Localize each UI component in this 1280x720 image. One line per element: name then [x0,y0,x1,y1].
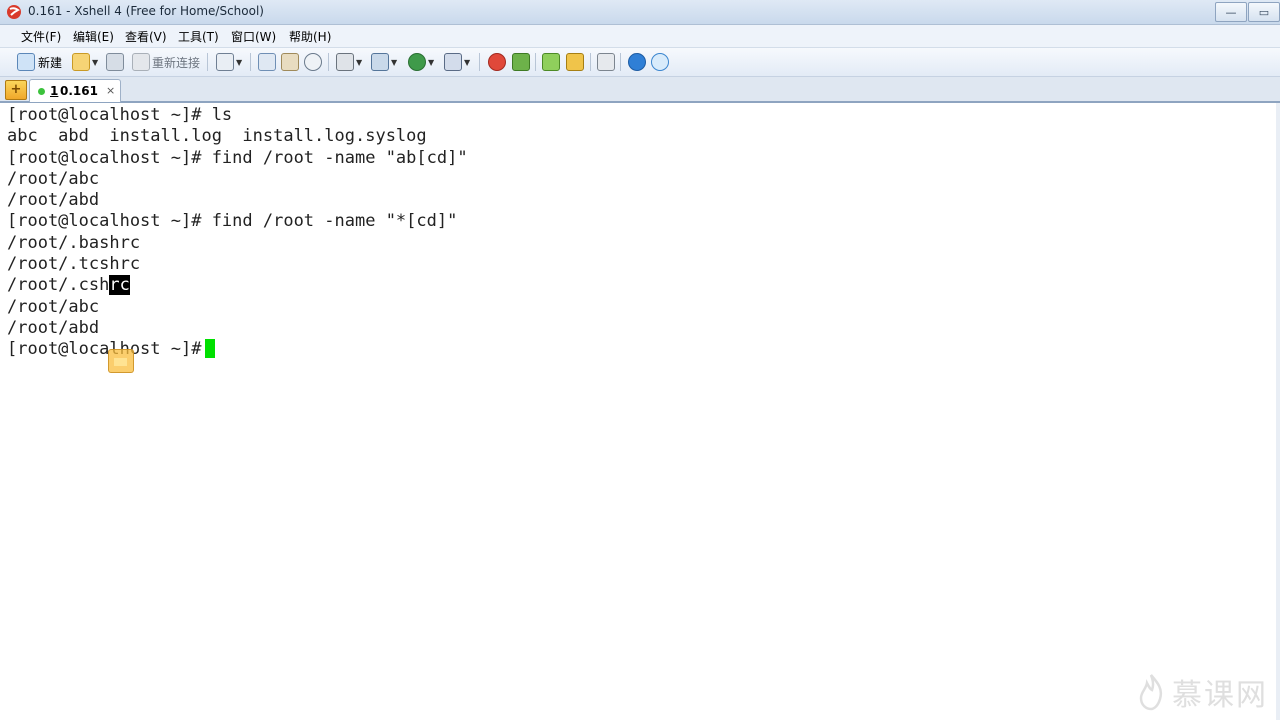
properties-icon [216,53,234,71]
new-session-icon [17,53,35,71]
tab-number: 1 [50,84,59,98]
title-bar: 0.161 - Xshell 4 (Free for Home/School) … [0,0,1280,25]
keyboard-icon [597,53,615,71]
lock-button[interactable] [566,53,584,71]
open-dropdown-icon[interactable]: ▼ [92,58,98,67]
layout-icon [542,53,560,71]
shell-prompt: [root@localhost ~]# [7,339,202,360]
floating-drag-icon [108,349,134,373]
reconnect-button[interactable]: 重新连接 [132,53,200,71]
help-button[interactable] [628,53,646,71]
font-icon [444,53,462,71]
copy-icon [258,53,276,71]
toolbar: 新建 ▼ 重新连接 ▼ ▼ ▼ ▼ ▼ [0,48,1280,77]
globe-dropdown-icon[interactable]: ▼ [428,58,434,67]
transfer-dropdown-icon[interactable]: ▼ [391,58,397,67]
copy-button[interactable] [258,53,276,71]
terminal-line: /root/abc [7,168,100,189]
find-button[interactable] [304,53,322,71]
xftp-button[interactable] [488,53,506,71]
paste-button[interactable] [281,53,299,71]
font-button[interactable]: ▼ [444,53,470,71]
reconnect-icon [132,53,150,71]
close-tab-icon[interactable]: × [106,84,115,97]
terminal-line: /root/abc [7,296,100,317]
menu-tools[interactable]: 工具(T) [178,28,219,45]
link-icon [106,53,124,71]
connected-status-icon [38,88,45,95]
print-button[interactable]: ▼ [336,53,362,71]
tab-label: 0.161 [60,84,98,98]
terminal-line: /root/abd [7,190,100,211]
toolbar-separator [479,53,480,71]
font-dropdown-icon[interactable]: ▼ [464,58,470,67]
search-icon [304,53,322,71]
open-button[interactable]: ▼ [72,53,98,71]
text-cursor [205,339,216,359]
terminal-line: /root/.tcshrc [7,254,141,275]
toolbar-separator [250,53,251,71]
layout-button[interactable] [542,53,560,71]
terminal-line: abc abd install.log install.log.syslog [7,126,427,147]
toolbar-separator [590,53,591,71]
new-session-button[interactable]: 新建 [17,53,62,71]
terminal-output: [root@localhost ~]# ls abc abd install.l… [7,105,468,361]
print-dropdown-icon[interactable]: ▼ [356,58,362,67]
terminal-line: [root@localhost ~]# find /root -name "*[… [7,211,458,232]
menu-file[interactable]: 文件(F) [21,28,61,45]
text-selection-highlight[interactable]: rc [109,275,130,296]
terminal-line: [root@localhost ~]# find /root -name "ab… [7,147,468,168]
toolbar-separator [328,53,329,71]
help-icon [628,53,646,71]
menu-edit[interactable]: 编辑(E) [73,28,114,45]
properties-button[interactable]: ▼ [216,53,242,71]
menu-bar: 文件(F) 编辑(E) 查看(V) 工具(T) 窗口(W) 帮助(H) [0,25,1280,48]
xshell-logo-icon [7,5,21,19]
flame-logo-icon [1139,674,1163,711]
tab-session-0-161[interactable]: 1 0.161 × [29,79,121,102]
xftp-icon [488,53,506,71]
script-icon [512,53,530,71]
chat-bubble-icon [651,53,669,71]
keyboard-button[interactable] [597,53,615,71]
window-title: 0.161 - Xshell 4 (Free for Home/School) [28,4,264,18]
globe-icon [408,53,426,71]
terminal-line: /root/.bashrc [7,232,141,253]
imooc-watermark: 慕课网 [1138,670,1268,714]
menu-window[interactable]: 窗口(W) [231,28,276,45]
script-button[interactable] [512,53,530,71]
terminal-line: /root/abd [7,317,100,338]
new-session-label: 新建 [38,55,63,70]
lock-icon [566,53,584,71]
menu-help[interactable]: 帮助(H) [289,28,331,45]
terminal-line-cshrc: /root/.cshrc [7,275,468,296]
minimize-button[interactable]: — [1215,2,1247,22]
add-session-button[interactable]: + [5,80,27,100]
link-button[interactable] [106,53,124,71]
toolbar-separator [620,53,621,71]
maximize-button[interactable]: ▭ [1248,2,1280,22]
menu-view[interactable]: 查看(V) [125,28,167,45]
toolbar-separator [535,53,536,71]
cshrc-path-prefix: /root/.csh [7,275,110,296]
chat-button[interactable] [651,53,669,71]
properties-dropdown-icon[interactable]: ▼ [236,58,242,67]
transfer-icon [371,53,389,71]
reconnect-label: 重新连接 [152,55,201,70]
globe-button[interactable]: ▼ [408,53,434,71]
window-controls: — ▭ [1214,2,1280,22]
paste-icon [281,53,299,71]
transfer-button[interactable]: ▼ [371,53,397,71]
toolbar-separator [207,53,208,71]
watermark-text: 慕课网 [1172,678,1268,713]
terminal-line: [root@localhost ~]# ls [7,105,233,125]
folder-icon [72,53,90,71]
terminal-area[interactable]: [root@localhost ~]# ls abc abd install.l… [0,103,1280,720]
session-tab-bar: + 1 0.161 × [0,77,1280,103]
print-icon [336,53,354,71]
terminal-prompt-line: [root@localhost ~]# [7,339,468,360]
